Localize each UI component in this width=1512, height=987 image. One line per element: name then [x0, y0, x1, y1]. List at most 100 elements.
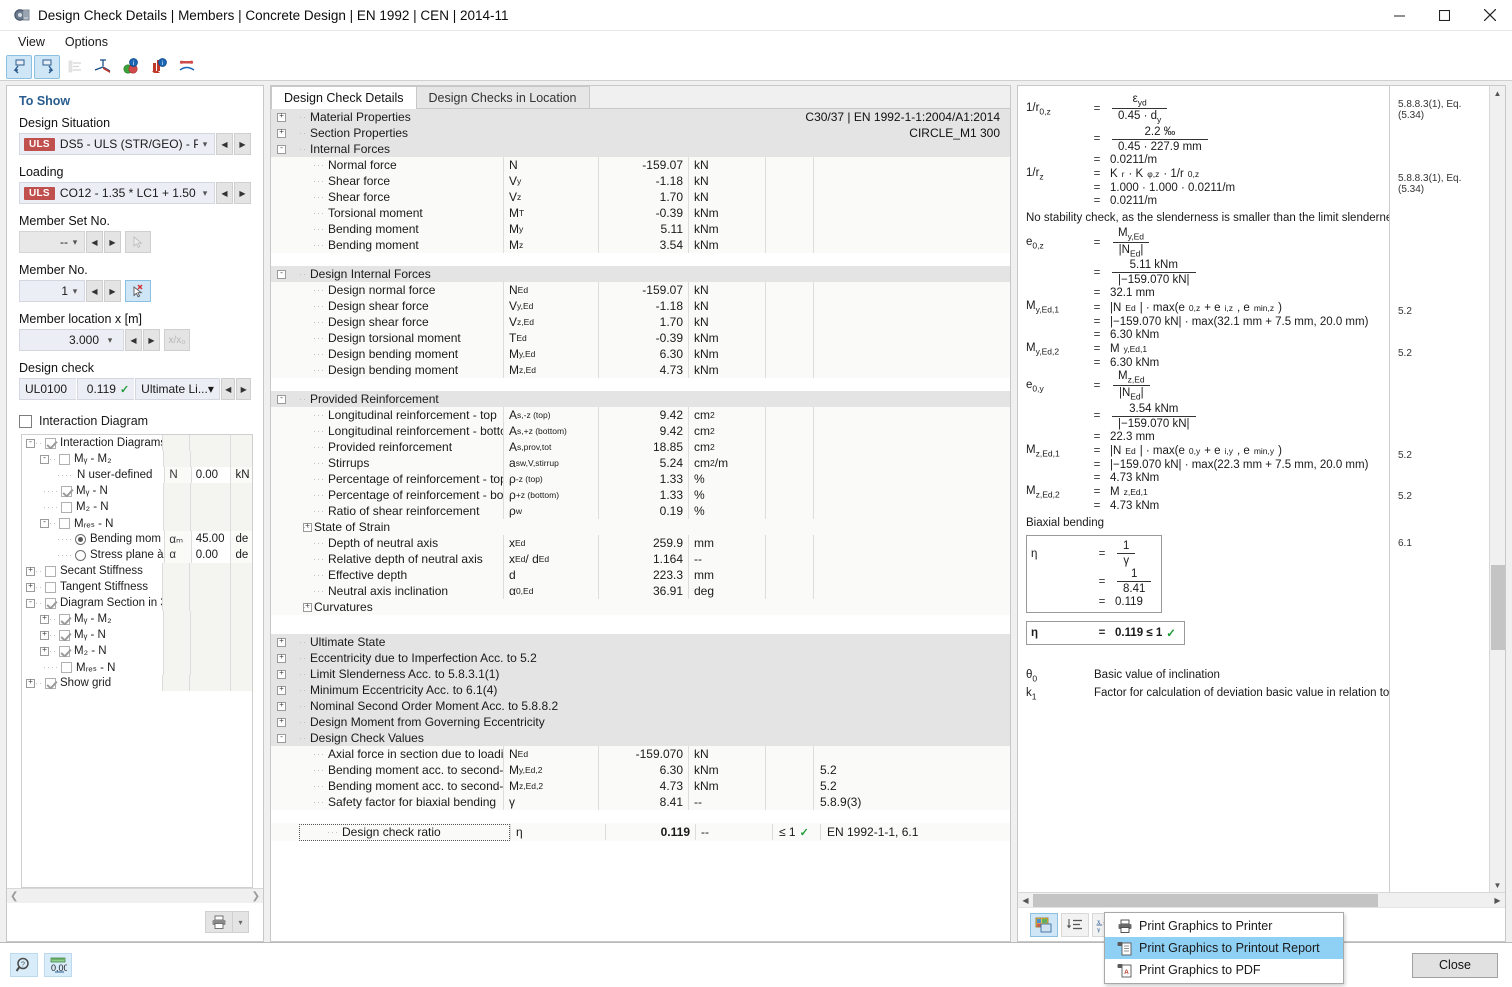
expand-icon[interactable]: +: [277, 717, 286, 727]
design-check-type[interactable]: Ultimate Li... ▾: [135, 378, 220, 400]
table-row[interactable]: ···Axial force in section due to loading…: [271, 746, 1010, 762]
menu-item-options[interactable]: Options: [55, 33, 118, 51]
table-row[interactable]: ··· Design normal force N Ed -159.07 kN: [271, 282, 1010, 298]
tree-toggle-cell[interactable]: +: [271, 637, 299, 647]
collapse-icon[interactable]: -: [40, 518, 49, 528]
tree-checkbox[interactable]: [45, 565, 56, 577]
tree-checkbox[interactable]: [45, 597, 56, 609]
pick-member-set-icon[interactable]: [125, 231, 151, 253]
table-row[interactable]: ··· Longitudinal reinforcement - bottom As…: [271, 423, 1010, 439]
design-check-next-button[interactable]: ▶: [236, 378, 251, 400]
tree-toggle-cell[interactable]: -: [271, 144, 299, 154]
menu-item-print-to-printout-report[interactable]: Print Graphics to Printout Report: [1105, 937, 1343, 959]
tree-row[interactable]: ···· Mᵧ - N: [22, 483, 252, 499]
design-situation-prev-button[interactable]: ◀: [216, 133, 233, 155]
table-row[interactable]: ··· Bending moment Mz 3.54 kNm: [271, 237, 1010, 253]
expand-icon[interactable]: +: [26, 678, 35, 688]
chevron-down-icon[interactable]: ▾: [68, 237, 82, 248]
tree-checkbox[interactable]: [59, 645, 70, 657]
table-row[interactable]: ··· Depth of neutral axis x Ed 259.9 mm: [271, 535, 1010, 551]
tree-toggle-cell[interactable]: +: [271, 669, 299, 679]
bar-chart-info-icon[interactable]: i: [146, 55, 172, 79]
expand-icon[interactable]: +: [277, 128, 286, 138]
tree-checkbox[interactable]: [61, 661, 72, 673]
tree-row[interactable]: + ·· Show grid: [22, 675, 252, 691]
member-no-combo[interactable]: 1 ▾: [19, 280, 85, 302]
member-location-next-button[interactable]: ▶: [143, 329, 160, 351]
loading-combo[interactable]: ULS CO12 - 1.35 * LC1 + 1.50 * LC... ▾: [19, 182, 215, 204]
tree-toggle-cell[interactable]: -: [271, 733, 299, 743]
tree-value[interactable]: 45.00: [190, 531, 231, 547]
design-situation-combo[interactable]: ULS DS5 - ULS (STR/GEO) - Perm... ▾: [19, 133, 215, 155]
close-button[interactable]: [1467, 0, 1512, 31]
tree-checkbox[interactable]: [61, 501, 72, 513]
formula-hscrollbar[interactable]: ◀ ▶: [1018, 892, 1505, 907]
table-row[interactable]: ··· Shear force Vz 1.70 kN: [271, 189, 1010, 205]
subcategory-row[interactable]: + ·· Curvatures: [271, 599, 1010, 615]
table-row[interactable]: ··· Provided reinforcement As,prov,tot 18.8…: [271, 439, 1010, 455]
table-row[interactable]: ··· Shear force Vy -1.18 kN: [271, 173, 1010, 189]
print-icon[interactable]: [205, 911, 233, 933]
tree-value[interactable]: [189, 563, 230, 579]
list-results-icon[interactable]: [62, 55, 88, 79]
member-no-next-button[interactable]: ▶: [104, 280, 121, 302]
tree-value[interactable]: [189, 483, 231, 499]
category-row[interactable]: - ·· Design Internal Forces: [271, 266, 1010, 282]
table-row[interactable]: ··· Longitudinal reinforcement - top As,-z…: [271, 407, 1010, 423]
table-row[interactable]: ··· Relative depth of neutral axis x Ed / d…: [271, 551, 1010, 567]
tree-toggle-cell[interactable]: +: [271, 522, 312, 532]
expand-icon[interactable]: +: [277, 701, 286, 711]
help-magnifier-icon[interactable]: ?: [10, 953, 38, 977]
tree-checkbox[interactable]: [61, 485, 72, 497]
tree-value[interactable]: [189, 627, 231, 643]
tree-value[interactable]: [189, 435, 230, 451]
tree-row[interactable]: - ·· Interaction Diagrams: [22, 435, 252, 451]
formula-vscrollbar[interactable]: ▲ ▼: [1489, 86, 1505, 892]
category-row[interactable]: - ·· Design Check Values: [271, 730, 1010, 746]
category-row[interactable]: + ·· Eccentricity due to Imperfection Acc.…: [271, 650, 1010, 666]
tree-checkbox[interactable]: [59, 613, 70, 625]
graphics-export-icon[interactable]: [1030, 912, 1058, 937]
print-graphics-context-menu[interactable]: Print Graphics to Printer Print Graphics…: [1104, 912, 1344, 984]
category-row[interactable]: + ·· Design Moment from Governing Eccentri…: [271, 714, 1010, 730]
vscroll-track[interactable]: [1490, 100, 1506, 878]
tree-row[interactable]: - ·· Mᵣₑₛ - N: [22, 515, 252, 531]
tree-row[interactable]: ···· Mᵣₑₛ - N: [22, 659, 252, 675]
table-row[interactable]: ··· Safety factor for biaxial bending γ 8.4…: [271, 794, 1010, 810]
chevron-down-icon[interactable]: ▾: [198, 188, 212, 199]
category-row[interactable]: + ·· Material Properties C30/37 | EN 1992-1…: [271, 109, 1010, 125]
interaction-diagram-tree[interactable]: - ·· Interaction Diagrams - ·· Mᵧ - M₂ ···· N u…: [21, 434, 253, 888]
member-set-next-button[interactable]: ▶: [104, 231, 121, 253]
collapse-icon[interactable]: -: [40, 454, 49, 464]
tree-value[interactable]: [189, 595, 230, 611]
redo-view-icon[interactable]: [34, 54, 60, 79]
table-row[interactable]: ··· Design torsional moment T Ed -0.39 kNm: [271, 330, 1010, 346]
tree-toggle-cell[interactable]: -: [271, 394, 299, 404]
details-grid[interactable]: + ·· Material Properties C30/37 | EN 1992-1…: [271, 109, 1010, 941]
tree-checkbox[interactable]: [45, 437, 56, 449]
chevron-down-icon[interactable]: ▾: [198, 139, 212, 150]
tree-value[interactable]: 0.00: [190, 467, 231, 483]
close-button[interactable]: Close: [1412, 952, 1498, 978]
table-row[interactable]: ··· Effective depth d 223.3 mm: [271, 567, 1010, 583]
table-row[interactable]: ··· Normal force N -159.07 kN: [271, 157, 1010, 173]
interaction-diagram-checkbox[interactable]: [19, 414, 32, 428]
member-set-combo[interactable]: -- ▾: [19, 231, 85, 253]
numbered-list-icon[interactable]: [1061, 912, 1089, 937]
tree-row[interactable]: ···· M₂ - N: [22, 499, 252, 515]
tree-value[interactable]: [189, 579, 230, 595]
design-check-ratio-row[interactable]: ··· Design check ratio η 0.119 -- ≤ 1 ✓ EN 1992…: [271, 823, 1010, 841]
table-row[interactable]: ··· Design shear force Vz,Ed 1.70 kN: [271, 314, 1010, 330]
expand-icon[interactable]: +: [277, 685, 286, 695]
scroll-left-icon[interactable]: ◀: [1018, 896, 1033, 905]
tree-value[interactable]: [189, 451, 231, 467]
member-set-prev-button[interactable]: ◀: [86, 231, 103, 253]
pick-member-icon[interactable]: [125, 280, 151, 302]
tree-radio[interactable]: [75, 549, 86, 561]
vscroll-thumb[interactable]: [1490, 565, 1505, 650]
table-row[interactable]: ··· Design bending moment My,Ed 6.30 kNm: [271, 346, 1010, 362]
collapse-icon[interactable]: -: [277, 269, 286, 279]
table-row[interactable]: ··· Percentage of reinforcement - top ρ -z …: [271, 471, 1010, 487]
tab-design-checks-in-location[interactable]: Design Checks in Location: [415, 86, 590, 108]
chevron-down-icon[interactable]: ▾: [208, 382, 214, 396]
